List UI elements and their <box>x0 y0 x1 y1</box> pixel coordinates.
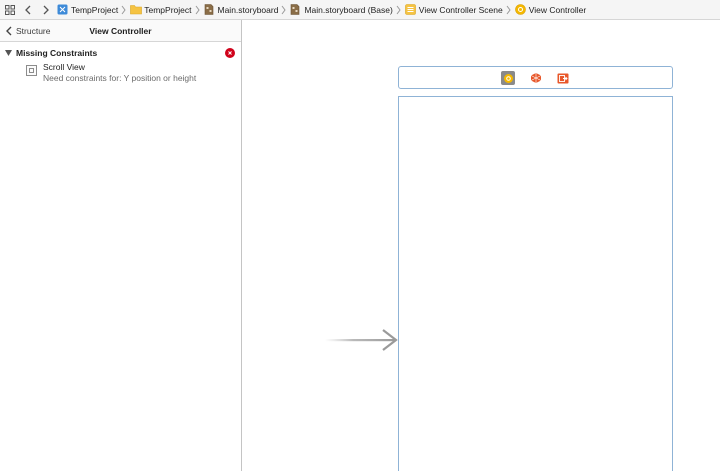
structure-back-button[interactable]: Structure <box>0 26 51 36</box>
breadcrumb-separator-icon <box>396 5 401 15</box>
view-controller-icon[interactable] <box>501 71 515 85</box>
forward-chevron-icon[interactable] <box>39 3 53 17</box>
xcode-project-icon <box>57 4 68 15</box>
initial-view-controller-arrow-icon[interactable] <box>325 327 399 353</box>
breadcrumb-separator-icon <box>281 5 287 15</box>
breadcrumb-label: Main.storyboard <box>217 4 279 15</box>
folder-icon <box>130 4 143 15</box>
issue-item-scroll-view[interactable]: Scroll View Need constraints for: Y posi… <box>0 62 241 84</box>
related-items-grid-icon[interactable] <box>3 3 17 17</box>
scene-icon <box>404 4 416 15</box>
breadcrumb-label: View Controller <box>528 4 587 15</box>
back-chevron-icon <box>6 26 12 35</box>
view-controller-icon <box>514 4 526 15</box>
breadcrumb-view-controller[interactable]: View Controller <box>514 0 587 20</box>
storyboard-file-icon <box>290 4 301 15</box>
breadcrumb-project[interactable]: TempProject <box>57 0 118 20</box>
first-responder-icon[interactable] <box>529 71 543 85</box>
disclosure-triangle-icon[interactable] <box>5 50 12 56</box>
breadcrumb-storyboard[interactable]: Main.storyboard <box>204 0 279 20</box>
view-controller-view[interactable] <box>398 96 673 471</box>
issues-panel: Structure View Controller Missing Constr… <box>0 20 242 471</box>
breadcrumb-label: TempProject <box>71 4 119 15</box>
breadcrumb-label: View Controller Scene <box>418 4 503 15</box>
back-chevron-icon[interactable] <box>21 3 35 17</box>
group-title: Missing Constraints <box>16 48 98 58</box>
breadcrumb-label: Main.storyboard (Base) <box>304 4 393 15</box>
scroll-view-icon <box>26 65 37 76</box>
missing-constraints-group[interactable]: Missing Constraints <box>0 45 241 61</box>
issue-item-description: Need constraints for: Y position or heig… <box>43 73 197 83</box>
storyboard-file-icon <box>204 4 215 15</box>
scene-dock[interactable] <box>398 66 673 89</box>
breadcrumb-label: TempProject <box>144 4 192 15</box>
breadcrumb-separator-icon <box>195 5 200 15</box>
structure-back-label: Structure <box>16 25 51 36</box>
storyboard-canvas[interactable] <box>243 20 720 471</box>
exit-icon[interactable] <box>556 71 570 85</box>
jump-bar: TempProject TempProject Main.storyboard … <box>0 0 720 20</box>
breadcrumb-separator-icon <box>121 5 126 15</box>
breadcrumb-folder[interactable]: TempProject <box>130 0 192 20</box>
breadcrumb-storyboard-base[interactable]: Main.storyboard (Base) <box>290 0 393 20</box>
issue-item-name: Scroll View <box>43 62 85 72</box>
breadcrumb-separator-icon <box>506 5 511 15</box>
error-badge-icon[interactable] <box>225 48 235 58</box>
issues-panel-header: Structure View Controller <box>0 20 241 42</box>
breadcrumb-scene[interactable]: View Controller Scene <box>404 0 503 20</box>
